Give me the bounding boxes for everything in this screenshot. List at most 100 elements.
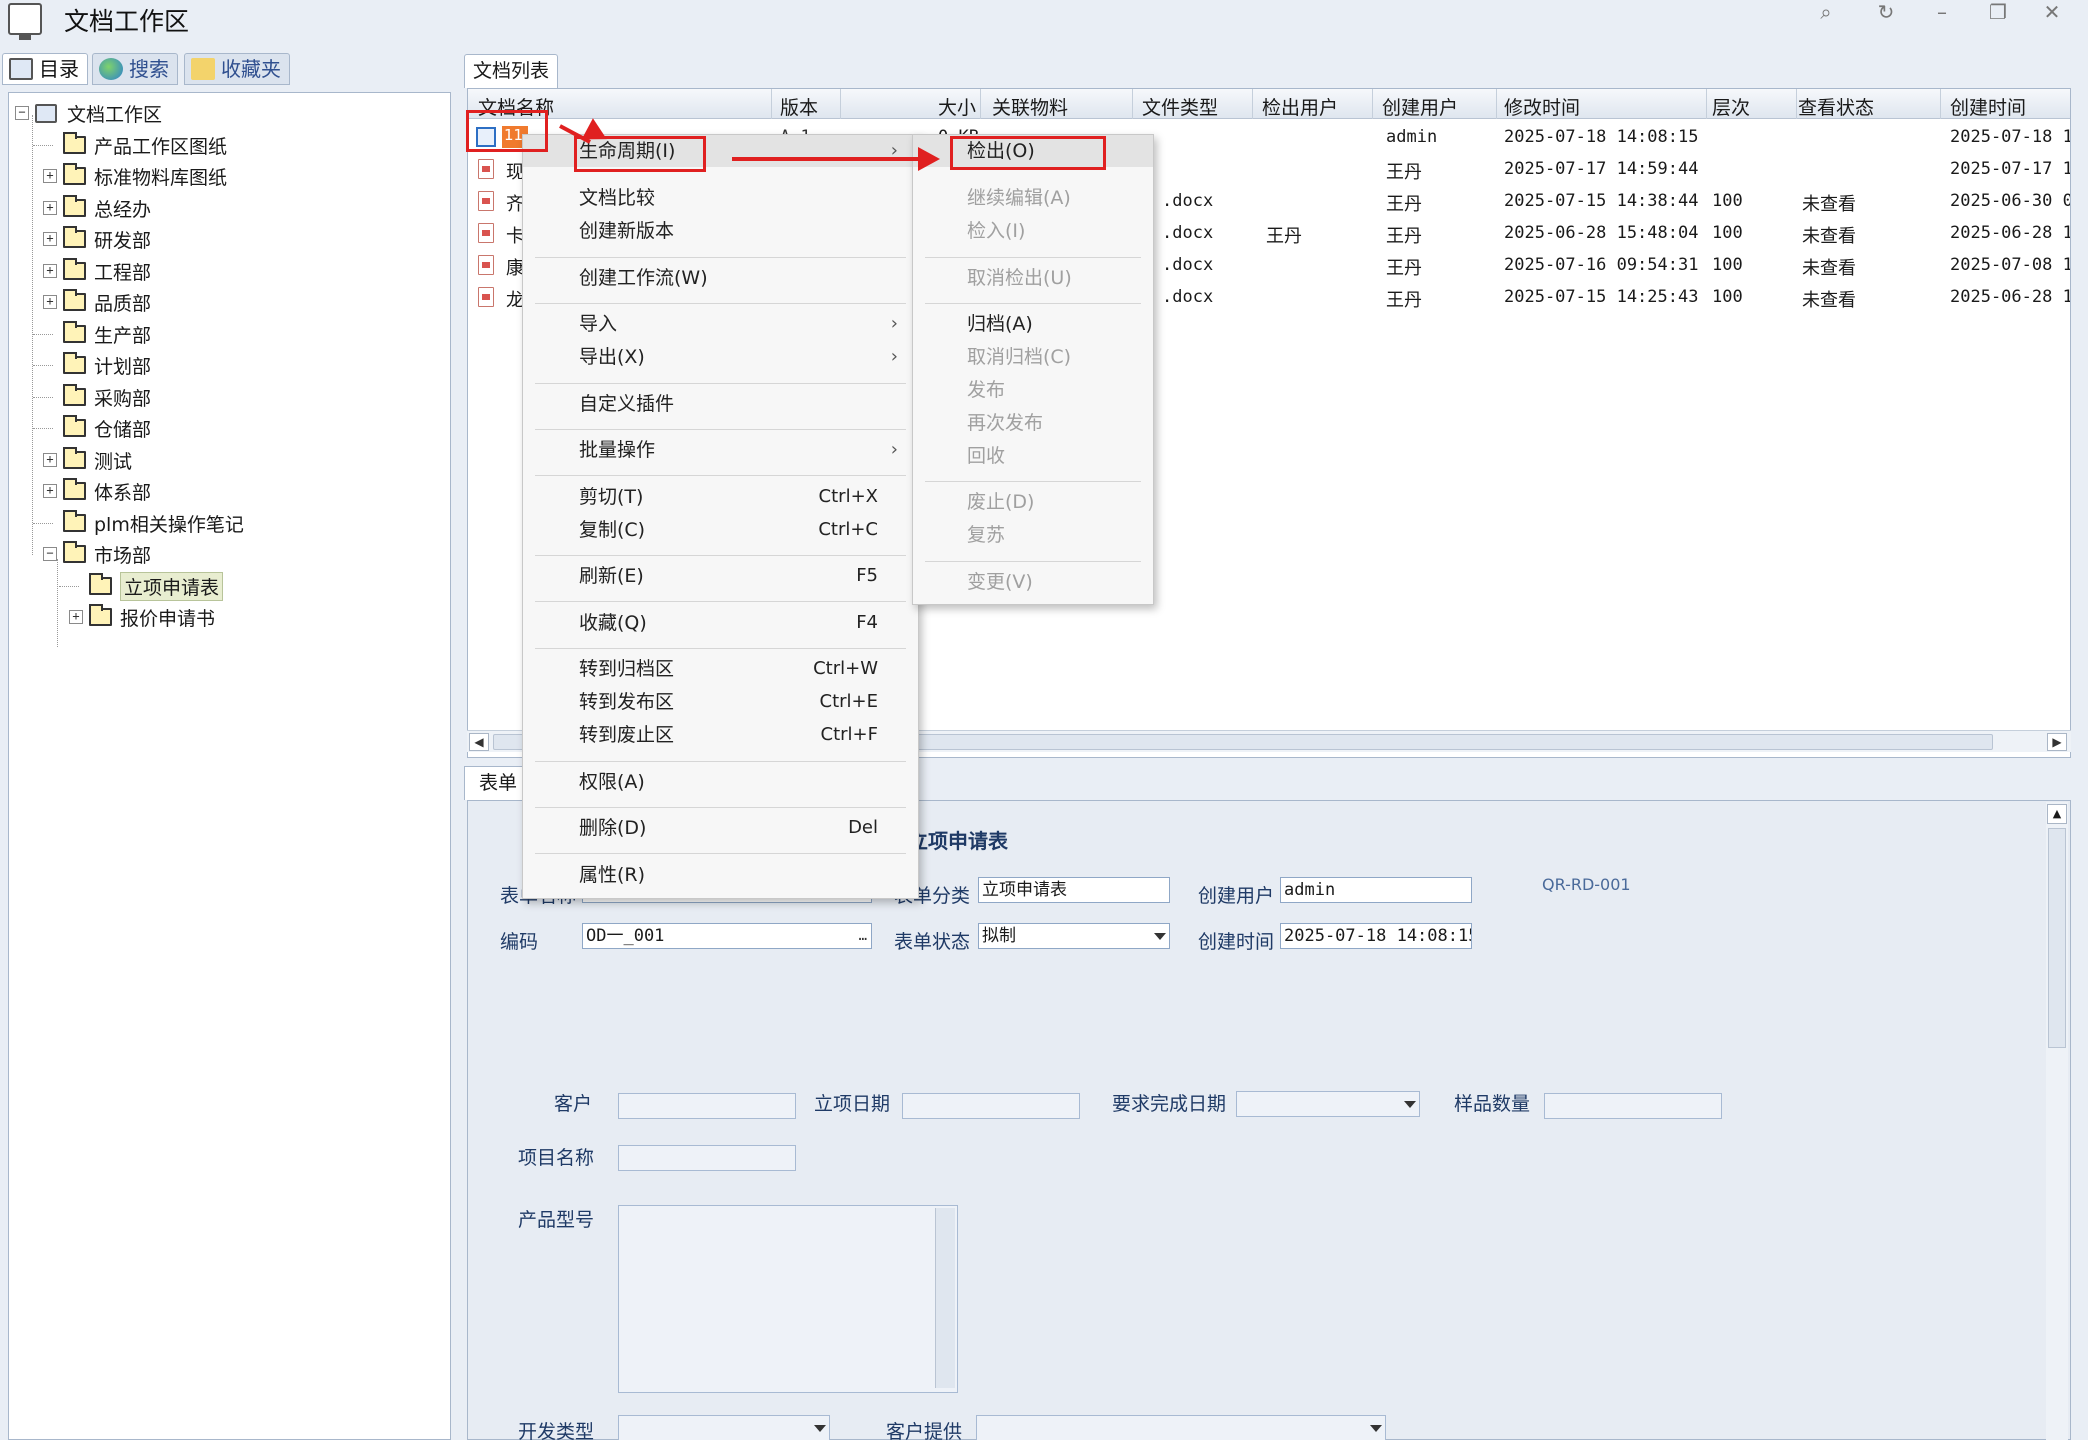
created-time-field[interactable]: 2025-07-18 14:08:15 — [1280, 923, 1472, 949]
tree-item[interactable]: + 工程部 — [43, 257, 151, 285]
product-model-textarea[interactable] — [618, 1205, 958, 1393]
scroll-right-icon[interactable]: ▶ — [2047, 733, 2067, 751]
folder-icon — [63, 226, 86, 248]
folder-icon — [63, 447, 86, 469]
start-date-field[interactable] — [902, 1093, 1080, 1119]
expand-icon[interactable]: + — [43, 295, 57, 309]
sample-qty-field[interactable] — [1544, 1093, 1722, 1119]
tree-item[interactable]: 采购部 — [33, 383, 151, 411]
menu-item[interactable]: 自定义插件 — [523, 388, 918, 420]
menu-item[interactable]: 转到发布区 Ctrl+E — [523, 686, 918, 718]
refresh-icon[interactable]: ↻ — [1866, 0, 1906, 28]
tree-item[interactable]: − 市场部 — [43, 540, 151, 568]
menu-item[interactable]: 复制(C) Ctrl+C — [523, 514, 918, 546]
tree-item[interactable]: + 标准物料库图纸 — [43, 162, 227, 190]
menu-item[interactable]: 权限(A) — [523, 766, 918, 798]
form-vertical-scrollbar[interactable]: ▲ — [2046, 802, 2068, 1440]
tree-item[interactable]: 仓储部 — [33, 414, 151, 442]
expand-icon[interactable]: + — [43, 264, 57, 278]
col-header[interactable]: 版本 — [780, 93, 818, 120]
col-header[interactable]: 创建用户 — [1382, 93, 1458, 120]
menu-item[interactable]: 剪切(T) Ctrl+X — [523, 481, 918, 513]
tree-item[interactable]: + 研发部 — [43, 225, 151, 253]
search-icon[interactable]: ⌕ — [1806, 0, 1846, 28]
dev-type-dropdown[interactable] — [618, 1415, 830, 1440]
scroll-up-icon[interactable]: ▲ — [2047, 804, 2067, 824]
chevron-down-icon — [1404, 1101, 1416, 1108]
collapse-icon[interactable]: − — [43, 547, 57, 561]
menu-item[interactable]: 批量操作 › — [523, 434, 918, 466]
splitter[interactable] — [452, 46, 464, 1440]
col-header[interactable]: 大小 — [938, 93, 976, 120]
expand-icon[interactable]: + — [43, 453, 57, 467]
tree-item-label: 品质部 — [94, 292, 152, 315]
close-icon[interactable]: ✕ — [2032, 0, 2072, 28]
doc-code: QR-RD-001 — [1542, 875, 1631, 894]
row-modified: 2025-07-18 14:08:15 — [1504, 127, 1699, 147]
tree-item[interactable]: 计划部 — [33, 351, 151, 379]
menu-item[interactable]: 导出(X) › — [523, 341, 918, 373]
menu-item[interactable]: 属性(R) — [523, 859, 918, 891]
expand-icon[interactable]: + — [43, 169, 57, 183]
label-product-model: 产品型号 — [518, 1209, 595, 1231]
menu-item[interactable]: 删除(D) Del — [523, 812, 918, 844]
status-dropdown[interactable]: 拟制 — [978, 923, 1170, 949]
tree-item-selected[interactable]: 立项申请表 — [59, 571, 224, 601]
expand-icon[interactable]: + — [43, 232, 57, 246]
expand-icon[interactable]: + — [43, 201, 57, 215]
tab-favorites-label: 收藏夹 — [221, 57, 281, 81]
menu-item[interactable]: 转到废止区 Ctrl+F — [523, 719, 918, 751]
customer-field[interactable] — [618, 1093, 796, 1119]
lifecycle-submenu: 检出(O) 继续编辑(A) 检入(I) 取消检出(U) 归档(A) 取消归档(C… — [912, 134, 1154, 605]
col-header[interactable]: 创建时间 — [1950, 93, 2026, 120]
restore-icon[interactable]: ❐ — [1978, 0, 2018, 28]
minimize-icon[interactable]: – — [1922, 0, 1962, 28]
menu-shortcut: F4 — [856, 612, 878, 633]
scroll-left-icon[interactable]: ◀ — [469, 733, 489, 751]
menu-item[interactable]: 收藏(Q) F4 — [523, 607, 918, 639]
col-header[interactable]: 修改时间 — [1504, 93, 1580, 120]
col-header[interactable]: 层次 — [1712, 93, 1750, 120]
tree-item[interactable]: plm相关操作笔记 — [33, 509, 244, 537]
expand-icon[interactable]: + — [43, 484, 57, 498]
creator-field[interactable]: admin — [1280, 877, 1472, 903]
submenu-item[interactable]: 归档(A) — [913, 308, 1153, 340]
code-field[interactable]: OD一_001… — [582, 923, 872, 949]
due-date-dropdown[interactable] — [1236, 1091, 1420, 1117]
tab-document-list[interactable]: 文档列表 — [464, 54, 559, 88]
menu-item[interactable]: 文档比较 — [523, 182, 918, 214]
menu-label: 导出(X) — [579, 346, 645, 368]
expand-icon[interactable]: + — [69, 610, 83, 624]
tree-item[interactable]: 产品工作区图纸 — [33, 131, 227, 159]
submenu-item: 复苏 — [913, 519, 1153, 551]
menu-item[interactable]: 创建工作流(W) — [523, 262, 918, 294]
tab-directory[interactable]: 目录 — [2, 53, 88, 85]
collapse-icon[interactable]: − — [15, 106, 29, 120]
menu-item[interactable]: 导入 › — [523, 308, 918, 340]
tab-search[interactable]: 搜索 — [92, 53, 178, 85]
menu-item[interactable]: 创建新版本 — [523, 215, 918, 247]
tree-root[interactable]: − 文档工作区 — [15, 99, 162, 127]
tree-item[interactable]: + 测试 — [43, 446, 132, 474]
tab-favorites[interactable]: 收藏夹 — [184, 53, 290, 85]
category-field[interactable]: 立项申请表 — [978, 877, 1170, 903]
customer-provided-dropdown[interactable] — [976, 1415, 1386, 1440]
status-value: 拟制 — [982, 926, 1016, 946]
col-header[interactable]: 文件类型 — [1142, 93, 1218, 120]
col-header[interactable]: 检出用户 — [1262, 93, 1338, 120]
menu-item[interactable]: 转到归档区 Ctrl+W — [523, 653, 918, 685]
submenu-item: 发布 — [913, 374, 1153, 406]
submenu-item: 废止(D) — [913, 486, 1153, 518]
tree-item[interactable]: + 总经办 — [43, 194, 151, 222]
tree-item[interactable]: + 品质部 — [43, 288, 151, 316]
tree-item[interactable]: + 体系部 — [43, 477, 151, 505]
menu-item[interactable]: 刷新(E) F5 — [523, 560, 918, 592]
tree-item[interactable]: + 报价申请书 — [69, 603, 215, 631]
folder-icon — [63, 415, 86, 437]
project-name-field[interactable] — [618, 1145, 796, 1171]
textarea-scrollbar[interactable] — [935, 1208, 955, 1388]
scroll-thumb[interactable] — [2048, 828, 2066, 1048]
tree-item[interactable]: 生产部 — [33, 320, 151, 348]
col-header[interactable]: 查看状态 — [1798, 93, 1874, 120]
col-header[interactable]: 关联物料 — [992, 93, 1068, 120]
